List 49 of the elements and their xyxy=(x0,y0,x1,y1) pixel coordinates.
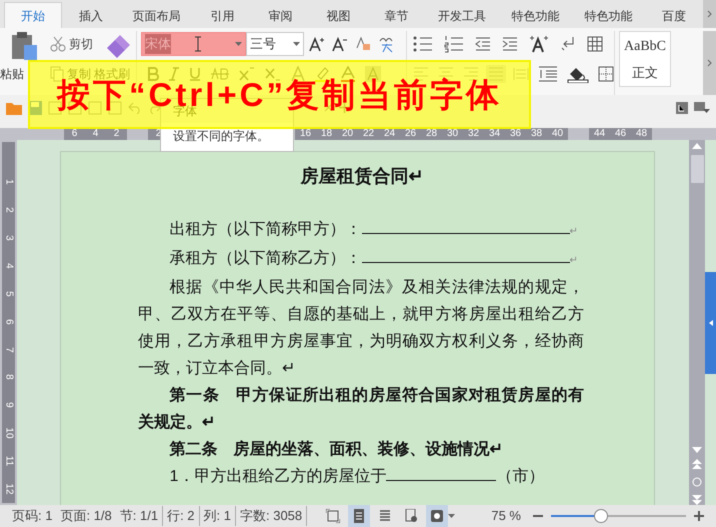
ruler-number: 6 xyxy=(2,318,15,326)
status-text: 页码: 1 xyxy=(11,507,54,526)
ruler-number: 24 xyxy=(382,128,396,140)
ruler-number: 28 xyxy=(424,128,438,140)
zoom-level: 75 % xyxy=(491,507,521,526)
ruler-number: 4 xyxy=(2,262,15,270)
paragraph: （市） xyxy=(496,468,544,485)
ruler-number: 7 xyxy=(2,346,15,354)
ruler-number: 46 xyxy=(614,128,628,140)
ruler-number: 4 xyxy=(92,128,100,140)
paragraph-mark: ↵ xyxy=(570,226,578,237)
ruler-number: 32 xyxy=(466,128,480,140)
paragraph-mark: ↵ xyxy=(570,255,578,266)
ruler-number: 8 xyxy=(2,374,15,382)
paragraph: 第一条 甲方保证所出租的房屋符合国家对租赁房屋的有关规定。↵ xyxy=(138,385,584,433)
ruler-number: 34 xyxy=(488,128,502,140)
status-text: 行: 2 xyxy=(163,506,200,526)
ruler-number: 3 xyxy=(2,234,15,243)
status-text: 节: 1/1 xyxy=(116,506,164,526)
ruler-number: 10 xyxy=(2,426,15,440)
paragraph: 根据《中华人民共和国合同法》及相关法律法规的规定，甲、乙双方在平等、自愿的基础上，就甲方将房屋出租给乙方使用，乙方承租甲方房屋事宜，为明确双方权利义务，经协商一致，订立本合同。↵ xyxy=(138,278,584,379)
ruler-number: 20 xyxy=(340,128,354,140)
ruler-number: 44 xyxy=(592,128,606,140)
paragraph: 第二条 房屋的坐落、面积、装修、设施情况↵ xyxy=(168,439,504,460)
ruler-number: 26 xyxy=(404,128,418,140)
ruler-number: 11 xyxy=(2,454,15,468)
ruler-number: 6 xyxy=(70,128,78,140)
ruler-number: 38 xyxy=(530,128,544,140)
paragraph: 出租方（以下简称甲方）： xyxy=(170,221,362,238)
status-text: 列: 1 xyxy=(200,506,236,526)
ruler-number: 22 xyxy=(362,128,376,140)
ruler-number: 36 xyxy=(508,128,522,140)
ruler-number: 48 xyxy=(634,128,648,140)
ruler-number: 2 xyxy=(2,206,15,215)
ruler-number: 40 xyxy=(550,128,564,140)
status-text: 页面: 1/8 xyxy=(59,507,113,526)
ruler-number: 18 xyxy=(320,128,334,140)
ruler-number: 2 xyxy=(112,128,120,140)
document-title: 房屋租赁合同↵ xyxy=(300,166,424,186)
ruler-number: 16 xyxy=(298,128,312,140)
ruler-number: 9 xyxy=(2,402,15,410)
ruler-number: 1 xyxy=(2,178,15,187)
paragraph: 1．甲方出租给乙方的房屋位于 xyxy=(170,468,386,485)
tooltip-text: 设置不同的字体。 xyxy=(172,128,270,145)
ruler-number: 12 xyxy=(2,482,15,496)
paragraph: 承租方（以下简称乙方）： xyxy=(170,250,362,267)
status-text: 字数: 3058 xyxy=(236,506,308,526)
ruler-number: 30 xyxy=(446,128,460,140)
ruler-number: 5 xyxy=(2,290,15,298)
